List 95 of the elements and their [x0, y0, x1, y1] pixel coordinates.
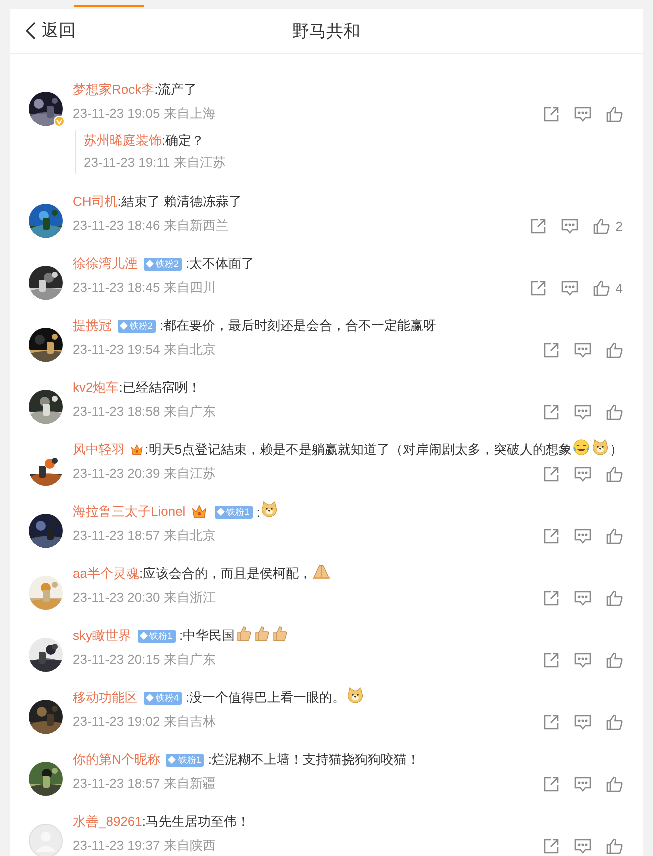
comment-icon[interactable]	[574, 466, 592, 482]
share-icon[interactable]	[543, 838, 560, 854]
share-icon[interactable]	[530, 218, 547, 234]
user-name[interactable]: sky瞰世界	[73, 627, 132, 645]
comment-icon[interactable]	[574, 714, 592, 730]
like-icon[interactable]	[606, 776, 623, 792]
comment-text: :中华民国	[180, 627, 236, 645]
user-name[interactable]: 风中轻羽	[73, 441, 125, 459]
user-name[interactable]: 梦想家Rock李	[73, 81, 155, 99]
fan-badge: 铁粉1	[166, 754, 204, 766]
comment-icon[interactable]	[574, 590, 592, 606]
comment-text: :应该会合的，而且是侯柯配，	[139, 565, 312, 583]
thumbs-up-icon	[236, 625, 252, 642]
like-icon[interactable]	[606, 106, 623, 122]
comment-meta: 23-11-23 20:30 来自浙江	[73, 589, 216, 607]
emoji-icon	[573, 439, 590, 456]
share-icon[interactable]	[543, 776, 560, 792]
like-icon[interactable]	[592, 218, 610, 234]
comment-meta: 23-11-23 18:57 来自北京	[73, 527, 216, 545]
comment-meta: 23-11-23 19:54 来自北京	[73, 341, 216, 359]
comment-icon[interactable]	[574, 106, 592, 122]
emoji-icon	[346, 687, 364, 704]
comment-text: :流产了	[154, 81, 198, 99]
user-name[interactable]: 苏州晞庭装饰	[84, 132, 162, 150]
share-icon[interactable]	[543, 652, 560, 668]
user-name[interactable]: kv2炮车	[73, 379, 120, 397]
hands-icon	[313, 563, 330, 580]
comment-text: :烂泥糊不上墙！支持猫挠狗狗咬猫！	[208, 751, 420, 769]
comment-meta: 23-11-23 18:45 来自四川	[73, 279, 216, 297]
share-icon[interactable]	[543, 528, 560, 544]
fan-badge: 铁粉4	[144, 692, 182, 704]
comment-meta: 23-11-23 20:15 来自广东	[73, 651, 216, 669]
user-name[interactable]: 徐徐湾儿湮	[73, 255, 138, 273]
comment-icon[interactable]	[574, 528, 592, 544]
back-button[interactable]: 返回	[26, 19, 76, 42]
user-name[interactable]: 海拉鲁三太子Lionel	[73, 503, 186, 521]
comment-text: :明天5点登记結束，赖是不是躺赢就知道了（对岸闹剧太多，突破人的想象	[145, 441, 572, 459]
comment-meta: 23-11-23 18:57 来自新疆	[73, 775, 216, 793]
comment-text: :没一个值得巴上看一眼的。	[186, 689, 346, 707]
user-name[interactable]: 水善_89261	[73, 813, 142, 831]
share-icon[interactable]	[530, 280, 547, 296]
comment-text: :已经結宿咧！	[119, 379, 201, 397]
comment-meta: 23-11-23 19:02 来自吉林	[73, 713, 216, 731]
comment-icon[interactable]	[574, 776, 592, 792]
share-icon[interactable]	[543, 106, 560, 122]
comment-icon[interactable]	[574, 838, 592, 854]
user-name[interactable]: CH司机	[73, 193, 118, 211]
like-icon[interactable]	[606, 714, 623, 730]
comment-text: :太不体面了	[186, 255, 255, 273]
like-icon[interactable]	[606, 466, 623, 482]
fan-badge: 铁粉1	[214, 506, 253, 518]
comment-meta: 23-11-23 19:05 来自上海	[73, 105, 216, 123]
comment-text: :马先生居功至伟！	[142, 813, 250, 831]
fan-badge: 铁粉1	[138, 630, 176, 642]
user-name[interactable]: aa半个灵魂	[73, 565, 140, 583]
like-icon[interactable]	[606, 404, 623, 420]
thumbs-up-icon	[254, 625, 270, 642]
user-name[interactable]: 移动功能区	[73, 689, 138, 707]
user-name[interactable]: 你的第N个昵称	[73, 751, 160, 769]
comment-icon[interactable]	[560, 218, 579, 234]
like-icon[interactable]	[606, 590, 623, 606]
comment-icon[interactable]	[574, 342, 592, 358]
comment-meta: 23-11-23 19:37 来自陕西	[73, 837, 216, 855]
comment-meta: 23-11-23 18:46 来自新西兰	[73, 217, 229, 235]
fan-badge: 铁粉2	[118, 320, 156, 332]
comment-meta: 23-11-23 20:39 来自江苏	[73, 465, 216, 483]
comment-text: :結束了 賴清德冻蒜了	[118, 193, 242, 211]
fan-badge: 铁粉2	[144, 258, 182, 270]
comment-icon[interactable]	[560, 280, 579, 296]
like-icon[interactable]	[606, 838, 623, 854]
comment-icon[interactable]	[574, 652, 592, 668]
share-icon[interactable]	[543, 404, 560, 420]
comment-icon[interactable]	[574, 404, 592, 420]
share-icon[interactable]	[543, 590, 560, 606]
thumbs-up-icon	[272, 625, 288, 642]
like-icon[interactable]	[592, 280, 610, 296]
page-title: 野马共和	[292, 20, 360, 42]
comment-text: :确定？	[162, 132, 205, 150]
share-icon[interactable]	[543, 342, 560, 358]
comment-text: ）	[610, 441, 623, 459]
like-count: 2	[616, 218, 623, 234]
like-icon[interactable]	[606, 528, 623, 544]
comment-text: :	[256, 504, 260, 520]
like-icon[interactable]	[606, 652, 623, 668]
comment-meta: 23-11-23 19:11 来自江苏	[84, 154, 226, 172]
user-name[interactable]: 提携冠	[73, 317, 112, 335]
like-icon[interactable]	[606, 342, 623, 358]
share-icon[interactable]	[543, 466, 560, 482]
like-count: 4	[616, 280, 623, 296]
chevron-left-icon[interactable]	[26, 22, 36, 40]
emoji-icon	[261, 501, 278, 518]
share-icon[interactable]	[543, 714, 560, 730]
emoji-icon	[592, 439, 609, 456]
comment-meta: 23-11-23 18:58 来自广东	[73, 403, 216, 421]
comment-text: :都在要价，最后时刻还是会合，合不一定能赢呀	[160, 317, 437, 335]
